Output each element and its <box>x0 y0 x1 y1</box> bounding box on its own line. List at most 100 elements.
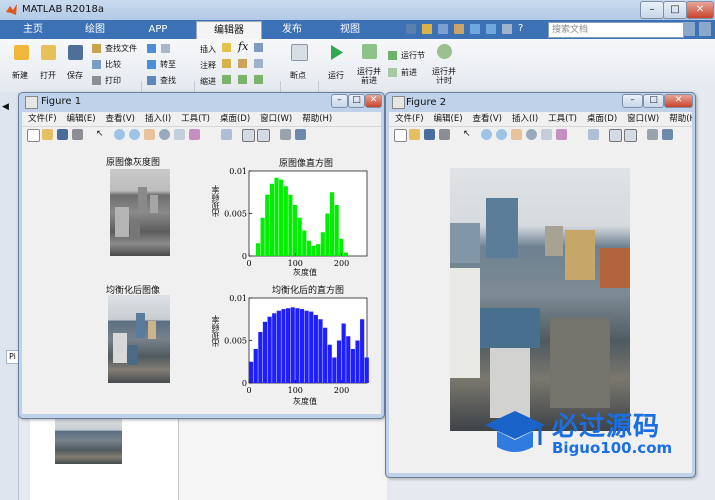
decrease-indent-icon[interactable] <box>254 75 263 84</box>
search-button[interactable] <box>683 22 695 36</box>
save-figure-icon[interactable] <box>424 129 435 140</box>
menu-help[interactable]: 帮助(H) <box>302 112 332 126</box>
fx-icon[interactable]: fx <box>238 40 248 53</box>
hide-plot-tools-icon[interactable] <box>647 129 658 140</box>
close-button[interactable]: ✕ <box>686 1 714 19</box>
show-plot-tools-icon[interactable] <box>295 129 306 140</box>
chart2-bar <box>313 315 318 383</box>
menu-window[interactable]: 窗口(W) <box>627 112 659 126</box>
print-figure-icon[interactable] <box>439 129 450 140</box>
tab-view[interactable]: 视图 <box>325 21 375 38</box>
figure1-minimize-button[interactable]: – <box>331 94 348 108</box>
menu-desktop[interactable]: 桌面(D) <box>220 112 250 126</box>
link-plot-icon[interactable] <box>221 129 232 140</box>
find-button[interactable]: 查找 <box>147 74 192 86</box>
menu-insert[interactable]: 插入(I) <box>512 112 538 126</box>
save-figure-icon[interactable] <box>57 129 68 140</box>
copy-icon[interactable] <box>438 24 448 34</box>
print-button[interactable]: 打印 <box>92 74 137 86</box>
zoom-out-icon[interactable] <box>129 129 140 140</box>
redo-icon[interactable] <box>486 24 496 34</box>
search-documentation-input[interactable]: 搜索文档 <box>548 22 684 38</box>
new-figure-icon[interactable] <box>27 129 40 142</box>
indent-label[interactable]: 缩进 <box>200 76 216 87</box>
smart-indent-icon[interactable] <box>222 75 231 84</box>
hide-plot-tools-icon[interactable] <box>280 129 291 140</box>
tab-home[interactable]: 主页 <box>8 21 58 38</box>
tab-publish[interactable]: 发布 <box>267 21 317 38</box>
wrap-comments-icon[interactable] <box>254 59 263 68</box>
find-files-button[interactable]: 查找文件 <box>92 42 137 54</box>
compare-button[interactable]: 比较 <box>92 58 137 70</box>
open-file-icon[interactable] <box>409 129 420 140</box>
open-file-icon[interactable] <box>42 129 53 140</box>
menu-view[interactable]: 查看(V) <box>106 112 135 126</box>
cut-icon[interactable] <box>422 24 432 34</box>
menu-tools[interactable]: 工具(T) <box>548 112 577 126</box>
figure2-close-button[interactable]: ✕ <box>664 94 693 108</box>
collapse-arrow-icon[interactable]: ◀ <box>2 102 9 112</box>
run-section-button[interactable]: 运行节 <box>388 49 428 61</box>
link-plot-icon[interactable] <box>588 129 599 140</box>
figure2-minimize-button[interactable]: – <box>622 94 643 108</box>
menu-help[interactable]: 帮助(H) <box>669 112 692 126</box>
show-plot-tools-icon[interactable] <box>662 129 673 140</box>
colorbar-icon[interactable] <box>609 129 622 142</box>
pan-hand-icon[interactable] <box>511 129 522 140</box>
rotate-3d-icon[interactable] <box>159 129 170 140</box>
print-figure-icon[interactable] <box>72 129 83 140</box>
back-forward-buttons[interactable] <box>147 42 187 54</box>
tab-plots[interactable]: 绘图 <box>70 21 120 38</box>
minimize-button[interactable]: – <box>640 1 664 19</box>
tab-apps[interactable]: APP <box>133 21 183 38</box>
insert-label[interactable]: 插入 <box>200 44 216 55</box>
data-cursor-icon[interactable] <box>541 129 552 140</box>
menu-window[interactable]: 窗口(W) <box>260 112 292 126</box>
menu-edit[interactable]: 编辑(E) <box>434 112 463 126</box>
uncomment-icon[interactable] <box>238 59 247 68</box>
figure1-close-button[interactable]: ✕ <box>365 94 382 108</box>
menu-edit[interactable]: 编辑(E) <box>67 112 96 126</box>
rotate-3d-icon[interactable] <box>526 129 537 140</box>
comment-label[interactable]: 注释 <box>200 60 216 71</box>
brush-icon[interactable] <box>189 129 200 140</box>
chart1-bar <box>311 245 316 256</box>
undo-icon[interactable] <box>470 24 480 34</box>
advance-button[interactable]: 前进 <box>388 66 428 78</box>
pan-hand-icon[interactable] <box>144 129 155 140</box>
figure2-maximize-button[interactable]: □ <box>643 94 664 108</box>
increase-indent-icon[interactable] <box>238 75 247 84</box>
zoom-in-icon[interactable] <box>481 129 492 140</box>
switch-windows-icon[interactable] <box>502 24 512 34</box>
editor-ribbon: 新建 打开 保存 查找文件 比较 打印 转至 查找 插入 注释 缩进 fx 断点… <box>0 39 715 127</box>
save-icon[interactable] <box>406 24 416 34</box>
ribbon-minimize-icon[interactable] <box>699 22 711 36</box>
menu-view[interactable]: 查看(V) <box>473 112 502 126</box>
pointer-icon[interactable]: ↖ <box>96 129 104 140</box>
menu-insert[interactable]: 插入(I) <box>145 112 171 126</box>
paste-icon[interactable] <box>454 24 464 34</box>
menu-desktop[interactable]: 桌面(D) <box>587 112 617 126</box>
legend-icon[interactable] <box>624 129 637 142</box>
comment-percent-icon[interactable] <box>222 59 231 68</box>
pointer-icon[interactable]: ↖ <box>463 129 471 140</box>
chart1-bar <box>343 252 349 256</box>
menu-tools[interactable]: 工具(T) <box>181 112 210 126</box>
colorbar-icon[interactable] <box>242 129 255 142</box>
find-magnifier-icon <box>147 76 156 85</box>
help-icon[interactable]: ? <box>518 23 528 34</box>
data-cursor-icon[interactable] <box>174 129 185 140</box>
legend-icon[interactable] <box>257 129 270 142</box>
zoom-in-icon[interactable] <box>114 129 125 140</box>
insert-function-icon[interactable] <box>254 43 263 52</box>
goto-button[interactable]: 转至 <box>147 58 192 70</box>
menu-file[interactable]: 文件(F) <box>395 112 424 126</box>
new-figure-icon[interactable] <box>394 129 407 142</box>
insert-section-icon[interactable] <box>222 43 231 52</box>
menu-file[interactable]: 文件(F) <box>28 112 57 126</box>
brush-icon[interactable] <box>556 129 567 140</box>
zoom-out-icon[interactable] <box>496 129 507 140</box>
maximize-button[interactable]: □ <box>663 1 687 19</box>
figure1-maximize-button[interactable]: □ <box>348 94 365 108</box>
tab-editor[interactable]: 编辑器 <box>196 21 262 39</box>
